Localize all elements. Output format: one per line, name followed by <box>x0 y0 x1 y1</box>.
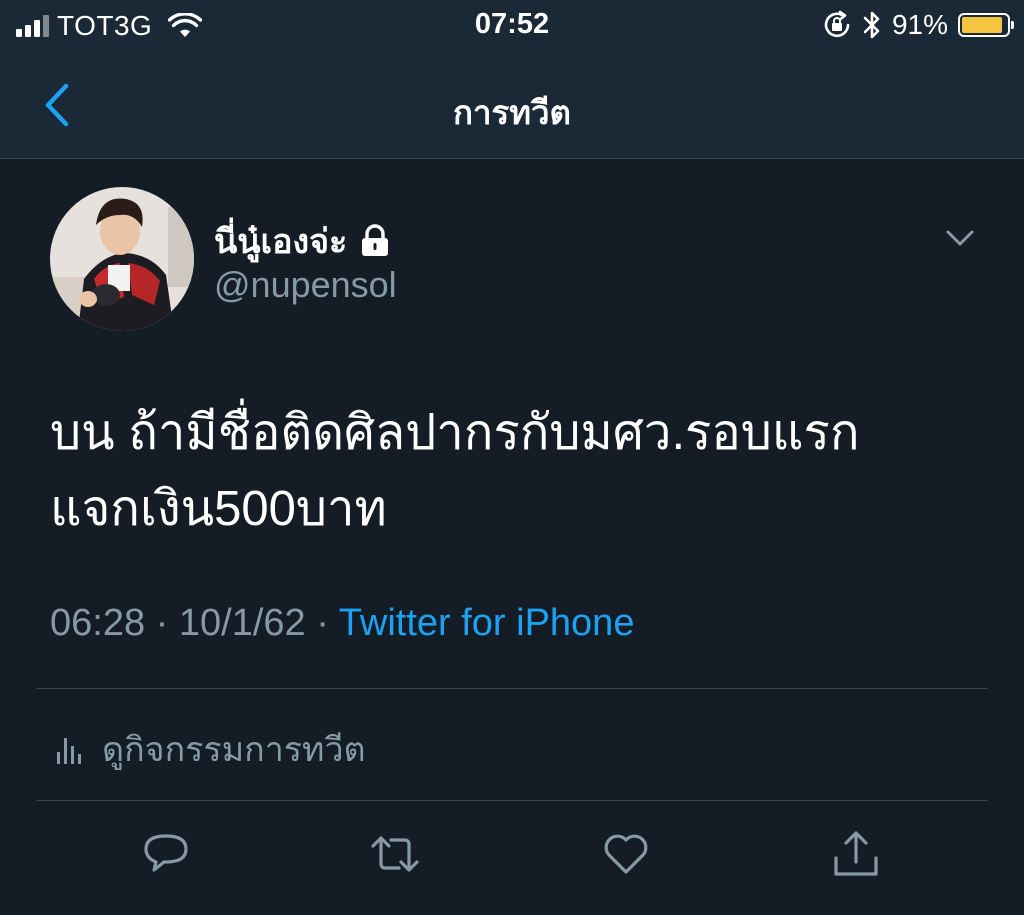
reply-button[interactable] <box>138 826 194 882</box>
bluetooth-icon <box>863 11 880 39</box>
tweet-source-link[interactable]: Twitter for iPhone <box>339 602 635 644</box>
display-name-row: นี่นู๋เองจ่ะ <box>214 214 391 268</box>
status-bar: TOT3G 07:52 91% <box>0 0 1024 52</box>
tweet-actions <box>0 826 1024 886</box>
chevron-down-icon[interactable] <box>940 222 980 256</box>
like-button[interactable] <box>598 826 654 882</box>
retweet-button[interactable] <box>367 826 423 882</box>
like-icon <box>604 834 648 874</box>
view-tweet-activity-button[interactable]: ดูกิจกรรมการทวีต <box>56 722 366 776</box>
status-right: 91% <box>822 9 1014 41</box>
avatar[interactable] <box>50 187 194 331</box>
battery-percent: 91% <box>891 9 948 40</box>
retweet-icon <box>371 836 419 872</box>
share-icon <box>834 831 878 876</box>
tweet-meta: 06:28 · 10/1/62 · Twitter for iPhone <box>50 602 634 645</box>
navigation-bar: การทวีต <box>0 52 1024 159</box>
divider <box>36 800 988 801</box>
share-button[interactable] <box>828 826 884 882</box>
meta-separator: · <box>155 602 169 644</box>
meta-separator: · <box>316 602 329 644</box>
battery-icon <box>958 13 1014 37</box>
rotation-lock-icon <box>824 10 850 38</box>
display-name[interactable]: นี่นู๋เองจ่ะ <box>214 214 347 268</box>
lock-icon <box>362 224 389 256</box>
page-title: การทวีต <box>453 94 571 131</box>
divider <box>36 688 988 689</box>
analytics-bars-icon <box>57 738 81 764</box>
reply-icon <box>144 834 188 872</box>
tweet-date: 10/1/62 <box>178 602 306 644</box>
username[interactable]: @nupensol <box>214 264 397 306</box>
tweet-text: บน ถ้ามีชื่อติดศิลปากรกับมศว.รอบแรก แจกเ… <box>50 406 860 536</box>
battery-level <box>962 17 1003 33</box>
tweet-time: 06:28 <box>50 602 146 644</box>
activity-label: ดูกิจกรรมการทวีต <box>102 731 366 769</box>
